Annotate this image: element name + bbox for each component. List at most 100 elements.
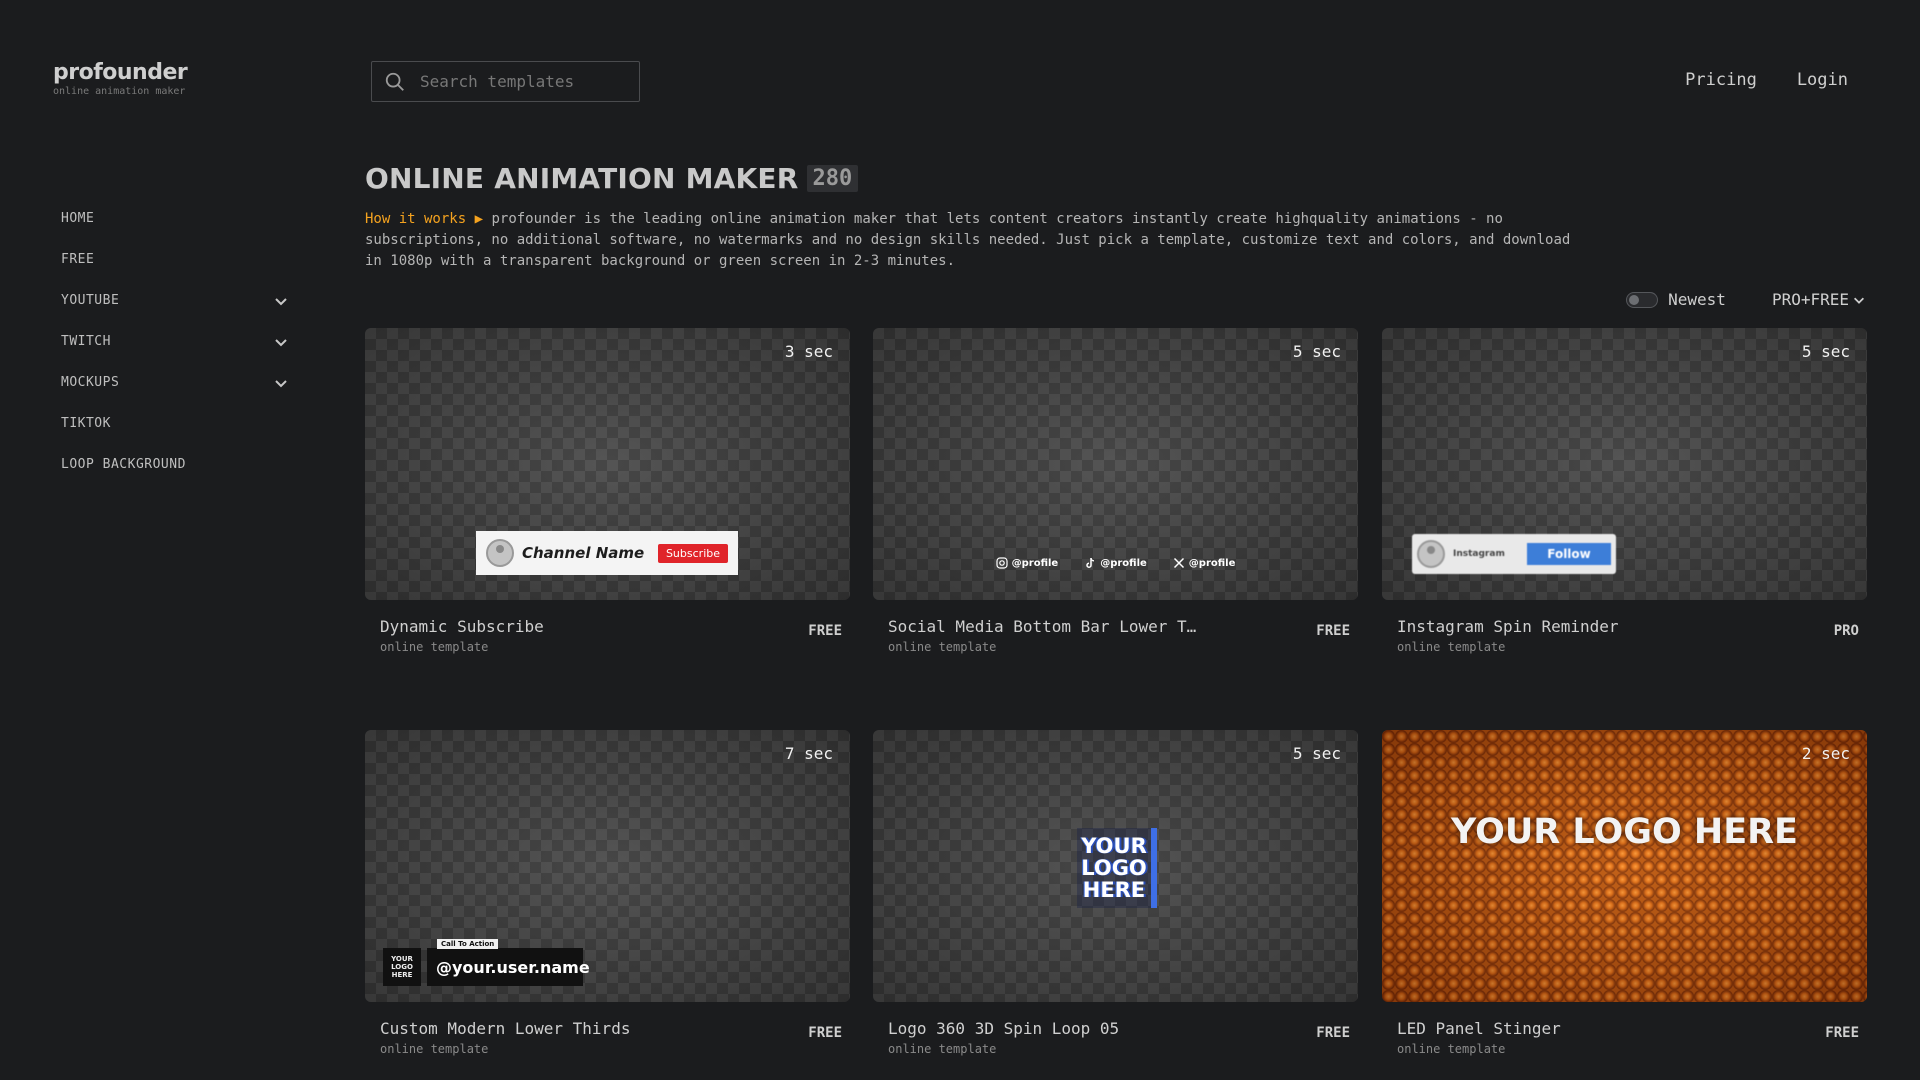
- subscribe-button-preview: Subscribe: [657, 543, 728, 563]
- template-count-badge: 280: [806, 165, 859, 192]
- channel-name-text: Channel Name: [522, 544, 645, 562]
- sidebar-item-twitch[interactable]: TWITCH: [61, 321, 291, 362]
- x-icon: [1173, 557, 1184, 569]
- sidebar-item-tiktok[interactable]: TIKTOK: [61, 403, 291, 444]
- how-it-works-link[interactable]: How it works: [365, 211, 466, 227]
- sidebar-item-mockups[interactable]: MOCKUPS: [61, 362, 291, 403]
- card-title[interactable]: Custom Modern Lower Thirds: [380, 1019, 740, 1038]
- sidebar-item-free[interactable]: FREE: [61, 239, 291, 280]
- sidebar-item-label: TIKTOK: [61, 416, 111, 431]
- chevron-down-icon[interactable]: [273, 334, 289, 350]
- social-instagram: @profile: [996, 557, 1059, 569]
- brand-logo[interactable]: profounder online animation maker: [53, 60, 188, 97]
- duration-badge: 5 sec: [1801, 342, 1850, 361]
- sidebar-item-label: YOUTUBE: [61, 293, 120, 308]
- filter-bar: Newest PRO+FREE: [1626, 290, 1866, 309]
- play-icon: ▶: [474, 211, 484, 227]
- sort-label[interactable]: Newest: [1668, 290, 1726, 309]
- card-title[interactable]: Dynamic Subscribe: [380, 617, 740, 636]
- brand-tagline: online animation maker: [53, 86, 186, 97]
- brand-name: profounder: [53, 60, 188, 85]
- card-title[interactable]: Instagram Spin Reminder: [1397, 617, 1757, 636]
- card-subtitle: online template: [380, 640, 489, 654]
- template-card[interactable]: 5 sec @profile @profile @profile Social …: [873, 328, 1358, 660]
- search-icon: [385, 72, 404, 91]
- tier-badge: FREE: [1825, 1025, 1859, 1041]
- sidebar-item-label: LOOP BACKGROUND: [61, 457, 186, 472]
- instagram-icon: [996, 557, 1008, 569]
- sidebar-item-youtube[interactable]: YOUTUBE: [61, 280, 291, 321]
- page-description: How it works ▶ profounder is the leading…: [365, 209, 1595, 272]
- template-card[interactable]: 2 sec YOUR LOGO HERE LED Panel Stinger o…: [1382, 730, 1867, 1062]
- card-subtitle: online template: [1397, 1042, 1506, 1056]
- template-card[interactable]: 5 sec YOUR LOGO HERE Logo 360 3D Spin Lo…: [873, 730, 1358, 1062]
- template-card[interactable]: 7 sec YOUR LOGO HERE Call To Action @you…: [365, 730, 850, 1062]
- tiktok-icon: [1086, 557, 1095, 568]
- pricing-link[interactable]: Pricing: [1685, 70, 1757, 90]
- avatar-icon: [1417, 540, 1445, 568]
- subscribe-bar-preview: Channel Name Subscribe: [476, 531, 738, 575]
- duration-badge: 5 sec: [1292, 744, 1341, 763]
- sidebar-nav: HOME FREE YOUTUBE TWITCH MOCKUPS TIKTOK …: [61, 198, 291, 485]
- card-subtitle: online template: [888, 1042, 997, 1056]
- type-filter-label: PRO+FREE: [1771, 290, 1849, 309]
- avatar-icon: [486, 539, 514, 567]
- logo-3d-preview: YOUR LOGO HERE: [1077, 828, 1157, 908]
- template-card[interactable]: 5 sec Instagram Follow Instagram Spin Re…: [1382, 328, 1867, 660]
- type-filter-dropdown[interactable]: PRO+FREE: [1772, 290, 1866, 309]
- social-handle: @profile: [1100, 557, 1147, 569]
- page-heading: ONLINE ANIMATION MAKER 280: [365, 162, 859, 195]
- tier-badge: FREE: [808, 623, 842, 639]
- instagram-name-text: Instagram: [1453, 549, 1505, 559]
- sidebar-item-label: HOME: [61, 211, 95, 226]
- social-tiktok: @profile: [1084, 557, 1147, 569]
- search-input[interactable]: [420, 72, 620, 91]
- chevron-down-icon[interactable]: [273, 293, 289, 309]
- social-handle: @profile: [1188, 557, 1236, 569]
- template-card[interactable]: 3 sec Channel Name Subscribe Dynamic Sub…: [365, 328, 850, 660]
- template-thumbnail[interactable]: 5 sec YOUR LOGO HERE: [873, 730, 1358, 1002]
- sidebar-item-label: MOCKUPS: [61, 375, 120, 390]
- card-subtitle: online template: [380, 1042, 489, 1056]
- led-logo-preview: YOUR LOGO HERE: [1451, 812, 1798, 852]
- template-thumbnail[interactable]: 5 sec @profile @profile @profile: [873, 328, 1358, 600]
- sidebar-item-home[interactable]: HOME: [61, 198, 291, 239]
- newest-toggle[interactable]: [1626, 291, 1659, 308]
- page-title: ONLINE ANIMATION MAKER: [365, 162, 799, 195]
- chevron-down-icon: [1854, 297, 1864, 304]
- card-meta: Custom Modern Lower Thirds online templa…: [365, 1002, 850, 1062]
- card-meta: Instagram Spin Reminder online template …: [1382, 600, 1867, 660]
- lower-third-logo: YOUR LOGO HERE: [383, 948, 421, 986]
- card-title[interactable]: Logo 360 3D Spin Loop 05: [888, 1019, 1248, 1038]
- follow-button-preview: Follow: [1527, 543, 1611, 565]
- card-meta: LED Panel Stinger online template FREE: [1382, 1002, 1867, 1062]
- card-title[interactable]: Social Media Bottom Bar Lower T…: [888, 617, 1248, 636]
- template-thumbnail[interactable]: 7 sec YOUR LOGO HERE Call To Action @you…: [365, 730, 850, 1002]
- card-subtitle: online template: [888, 640, 997, 654]
- chevron-down-icon[interactable]: [273, 375, 289, 391]
- search-box[interactable]: [371, 61, 640, 102]
- card-title[interactable]: LED Panel Stinger: [1397, 1019, 1757, 1038]
- tier-badge: FREE: [1316, 1025, 1350, 1041]
- social-bar-preview: @profile @profile @profile: [873, 557, 1358, 569]
- sidebar-item-loop-background[interactable]: LOOP BACKGROUND: [61, 444, 291, 485]
- header-links: Pricing Login: [1685, 70, 1848, 90]
- template-thumbnail[interactable]: 3 sec Channel Name Subscribe: [365, 328, 850, 600]
- card-meta: Social Media Bottom Bar Lower T… online …: [873, 600, 1358, 660]
- social-x: @profile: [1173, 557, 1236, 569]
- login-link[interactable]: Login: [1797, 70, 1848, 90]
- template-thumbnail[interactable]: 2 sec YOUR LOGO HERE: [1382, 730, 1867, 1002]
- card-meta: Logo 360 3D Spin Loop 05 online template…: [873, 1002, 1358, 1062]
- duration-badge: 5 sec: [1292, 342, 1341, 361]
- template-thumbnail[interactable]: 5 sec Instagram Follow: [1382, 328, 1867, 600]
- instagram-follow-preview: Instagram Follow: [1412, 534, 1616, 574]
- sidebar-item-label: FREE: [61, 252, 95, 267]
- call-to-action-tag: Call To Action: [437, 939, 499, 949]
- card-meta: Dynamic Subscribe online template FREE: [365, 600, 850, 660]
- lower-third-username: @your.user.name: [427, 948, 590, 986]
- social-handle: @profile: [1011, 557, 1059, 569]
- tier-badge: FREE: [808, 1025, 842, 1041]
- card-subtitle: online template: [1397, 640, 1506, 654]
- sidebar-item-label: TWITCH: [61, 334, 111, 349]
- duration-badge: 7 sec: [784, 744, 833, 763]
